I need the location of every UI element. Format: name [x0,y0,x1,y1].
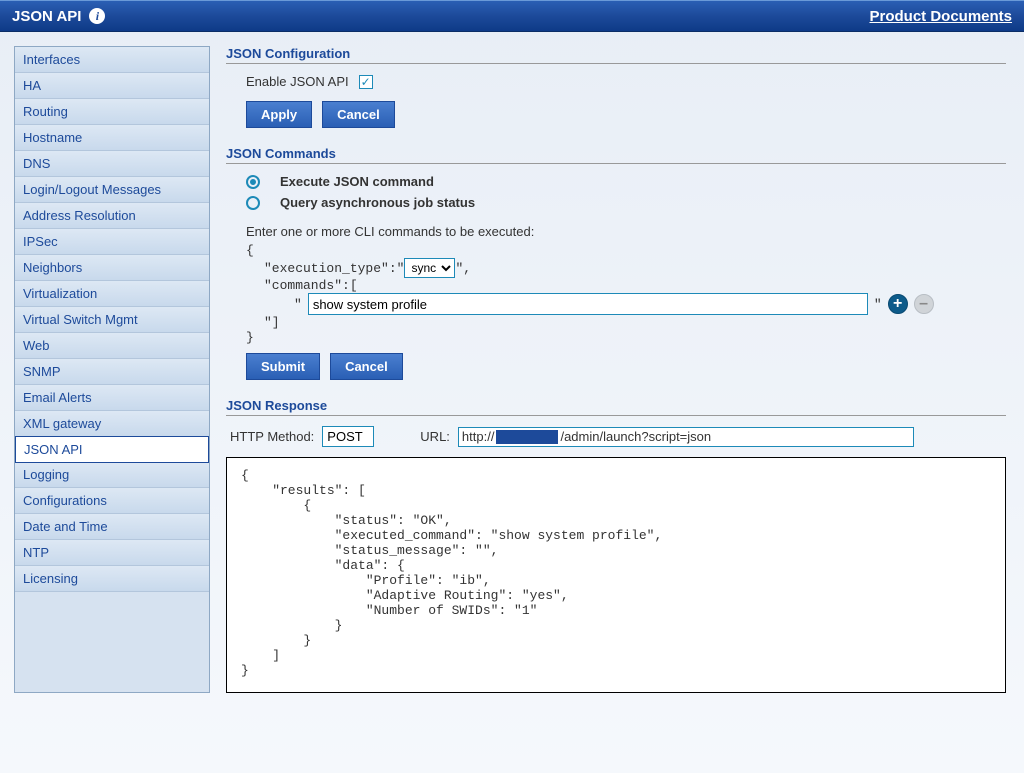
section-title-commands: JSON Commands [226,146,1006,164]
execution-type-select[interactable]: sync [404,258,455,278]
sidebar-item-ha[interactable]: HA [15,73,209,99]
sidebar-item-web[interactable]: Web [15,333,209,359]
sidebar-item-snmp[interactable]: SNMP [15,359,209,385]
sidebar-item-dns[interactable]: DNS [15,151,209,177]
radio-execute[interactable] [246,175,260,189]
response-info-row: HTTP Method: URL: http:// /admin/launch?… [230,426,1006,447]
sidebar-item-email-alerts[interactable]: Email Alerts [15,385,209,411]
cancel-commands-button[interactable]: Cancel [330,353,403,380]
section-title-response: JSON Response [226,398,1006,416]
command-input[interactable] [308,293,868,315]
layout: Interfaces HA Routing Hostname DNS Login… [0,32,1024,707]
http-method-label: HTTP Method: [230,429,314,444]
commands-button-row: Submit Cancel [246,353,1006,380]
sidebar-item-routing[interactable]: Routing [15,99,209,125]
url-prefix: http:// [459,429,495,444]
sidebar-item-logging[interactable]: Logging [15,462,209,488]
radio-execute-label: Execute JSON command [280,174,434,189]
url-label: URL: [420,429,450,444]
command-block: Enter one or more CLI commands to be exe… [246,224,1006,345]
brace-open: { [246,243,1006,258]
response-body[interactable]: { "results": [ { "status": "OK", "execut… [226,457,1006,693]
http-method-input[interactable] [322,426,374,447]
radio-query-label: Query asynchronous job status [280,195,475,210]
sidebar-item-virtual-switch-mgmt[interactable]: Virtual Switch Mgmt [15,307,209,333]
main: JSON Configuration Enable JSON API ✓ App… [226,46,1010,693]
sidebar: Interfaces HA Routing Hostname DNS Login… [14,46,210,693]
add-command-icon[interactable]: + [888,294,908,314]
page-title: JSON API [12,8,81,25]
sidebar-item-json-api[interactable]: JSON API [15,436,209,463]
page-title-wrap: JSON API i [12,8,105,25]
sidebar-item-ntp[interactable]: NTP [15,540,209,566]
commands-key: "commands":[ [264,278,1006,293]
submit-button[interactable]: Submit [246,353,320,380]
command-prompt: Enter one or more CLI commands to be exe… [246,224,1006,239]
section-json-commands: JSON Commands Execute JSON command Query… [226,146,1006,380]
exec-type-row: "execution_type":" sync ", [264,258,1006,278]
brace-close: } [246,330,1006,345]
section-title-config: JSON Configuration [226,46,1006,64]
section-json-response: JSON Response HTTP Method: URL: http:// … [226,398,1006,693]
sidebar-item-hostname[interactable]: Hostname [15,125,209,151]
apply-button[interactable]: Apply [246,101,312,128]
sidebar-item-login-logout-messages[interactable]: Login/Logout Messages [15,177,209,203]
top-bar: JSON API i Product Documents [0,0,1024,32]
sidebar-item-neighbors[interactable]: Neighbors [15,255,209,281]
exec-key: "execution_type":" [264,261,404,276]
radio-query[interactable] [246,196,260,210]
sidebar-item-date-and-time[interactable]: Date and Time [15,514,209,540]
sidebar-item-virtualization[interactable]: Virtualization [15,281,209,307]
enable-json-checkbox[interactable]: ✓ [359,75,373,89]
close-bracket: "] [264,315,1006,330]
product-documents-link[interactable]: Product Documents [869,8,1012,25]
sidebar-item-licensing[interactable]: Licensing [15,566,209,592]
command-input-row: " " + – [294,293,1006,315]
sidebar-item-interfaces[interactable]: Interfaces [15,47,209,73]
config-button-row: Apply Cancel [246,101,1006,128]
quote-close: " [874,297,882,312]
sidebar-item-configurations[interactable]: Configurations [15,488,209,514]
url-suffix: /admin/launch?script=json [560,429,711,444]
enable-json-row: Enable JSON API ✓ [246,74,1006,89]
info-icon[interactable]: i [89,8,105,24]
remove-command-icon[interactable]: – [914,294,934,314]
cancel-button[interactable]: Cancel [322,101,395,128]
sidebar-item-xml-gateway[interactable]: XML gateway [15,411,209,437]
radio-execute-row: Execute JSON command [246,174,1006,189]
url-mask [496,430,558,444]
enable-json-label: Enable JSON API [246,74,349,89]
exec-end: ", [455,261,471,276]
section-json-configuration: JSON Configuration Enable JSON API ✓ App… [226,46,1006,128]
sidebar-item-ipsec[interactable]: IPSec [15,229,209,255]
sidebar-item-address-resolution[interactable]: Address Resolution [15,203,209,229]
quote-open: " [294,297,302,312]
radio-dot-icon [250,179,256,185]
radio-query-row: Query asynchronous job status [246,195,1006,210]
url-input[interactable]: http:// /admin/launch?script=json [458,427,914,447]
